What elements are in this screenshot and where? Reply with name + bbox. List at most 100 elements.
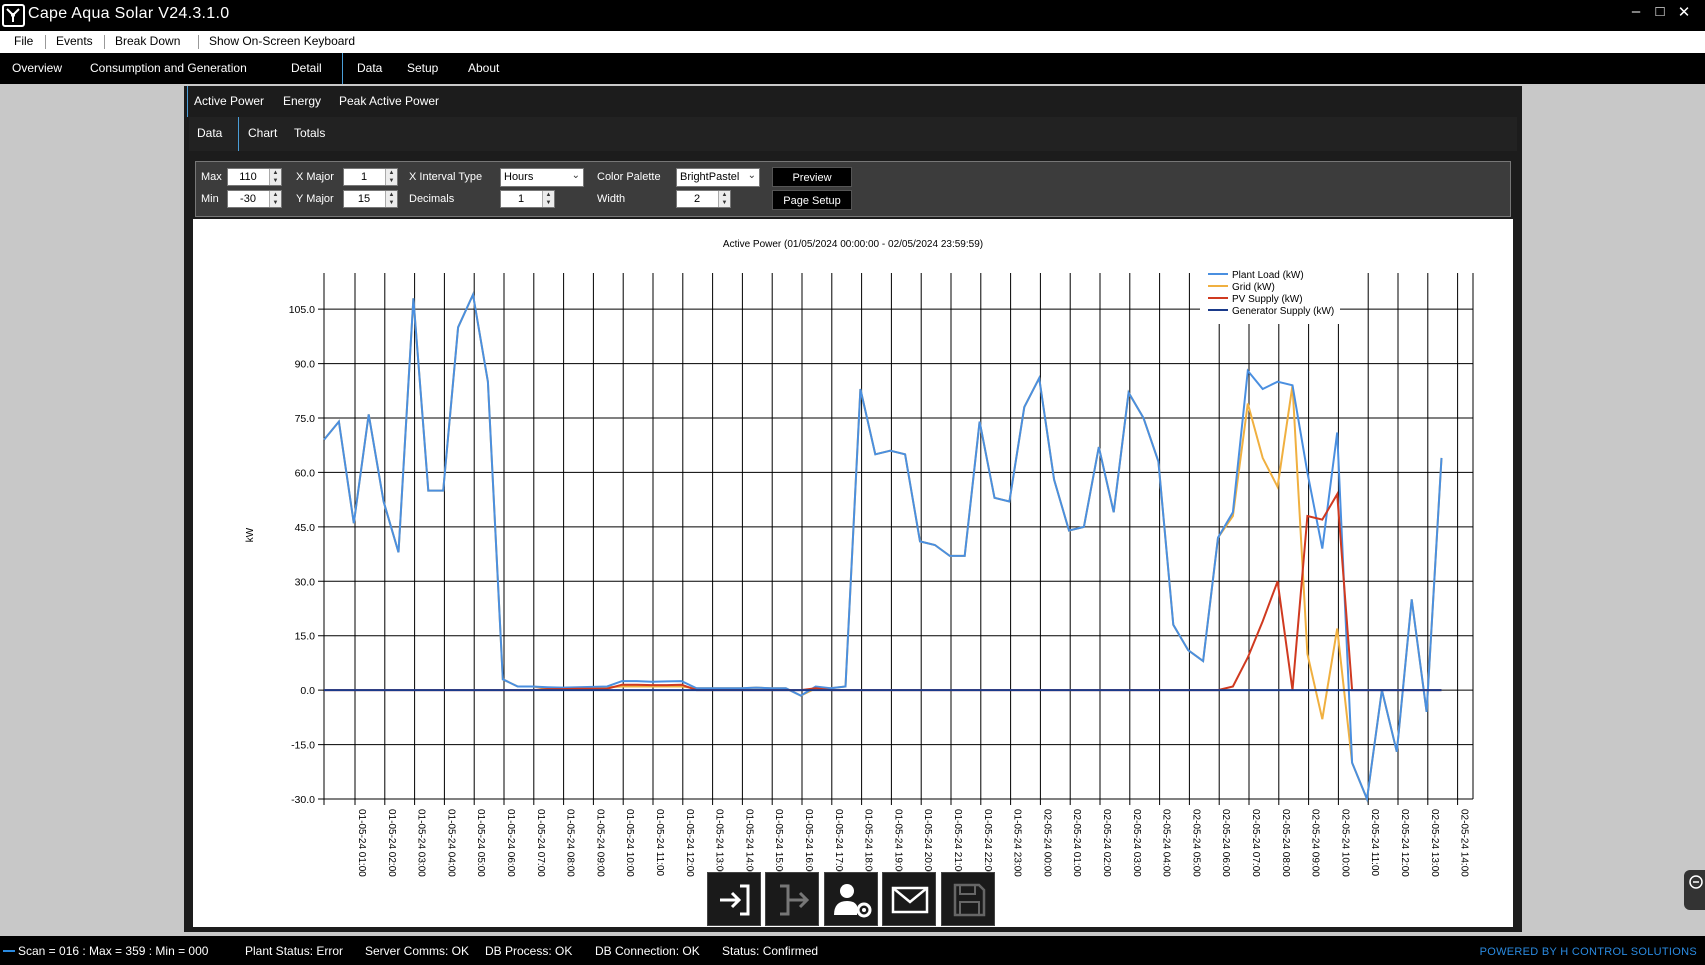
x-tick-label: 01-05-24 18:00: [863, 809, 874, 877]
confirm-status: Status: Confirmed: [722, 944, 819, 958]
close-icon[interactable]: ✕: [1672, 3, 1696, 21]
side-panel-toggle[interactable]: [1684, 870, 1705, 910]
y-axis-label: kW: [245, 527, 256, 542]
minimize-icon[interactable]: –: [1624, 3, 1648, 20]
nav-data[interactable]: Data: [357, 61, 382, 75]
app-logo-icon: [2, 4, 25, 27]
x-tick-label: 02-05-24 01:00: [1071, 809, 1082, 877]
x-tick-label: 01-05-24 07:00: [535, 809, 546, 877]
login-button[interactable]: [707, 872, 761, 926]
tab-chart[interactable]: Chart: [248, 126, 277, 140]
y-tick-label: 90.0: [295, 359, 316, 371]
x-tick-label: 01-05-24 03:00: [416, 809, 427, 877]
tab-data[interactable]: Data: [197, 126, 222, 140]
tab-totals[interactable]: Totals: [294, 126, 325, 140]
width-stepper[interactable]: 2 ▲ ▼: [676, 190, 731, 208]
y-tick-label: 30.0: [295, 576, 316, 588]
x-tick-label: 01-05-24 21:00: [952, 809, 963, 877]
chart-title: Active Power (01/05/2024 00:00:00 - 02/0…: [723, 239, 983, 250]
x-tick-label: 01-05-24 08:00: [565, 809, 576, 877]
x-tick-label: 02-05-24 10:00: [1339, 809, 1350, 877]
x-tick-label: 02-05-24 07:00: [1250, 809, 1261, 877]
xinterval-select[interactable]: Hours ⌄: [500, 168, 584, 187]
chart-controls: Max 110 ▲ ▼ Min -30 ▲ ▼ X Major 1 ▲ ▼ Y Maj…: [195, 161, 1511, 217]
nav-setup[interactable]: Setup: [407, 61, 438, 75]
x-tick-label: 01-05-24 22:00: [982, 809, 993, 877]
y-tick-label: 15.0: [295, 631, 316, 643]
y-tick-label: -15.0: [291, 740, 315, 752]
x-tick-label: 01-05-24 01:00: [356, 809, 367, 877]
chevron-down-icon: ⌄: [747, 170, 756, 181]
x-tick-label: 02-05-24 02:00: [1101, 809, 1112, 877]
series-line-0: [323, 291, 1443, 803]
x-tick-label: 01-05-24 04:00: [445, 809, 456, 877]
min-stepper[interactable]: -30 ▲ ▼: [227, 190, 282, 208]
window-title: Cape Aqua Solar V24.3.1.0: [28, 5, 230, 22]
x-tick-label: 02-05-24 12:00: [1399, 809, 1410, 877]
palette-select[interactable]: BrightPastel ⌄: [676, 168, 760, 187]
x-tick-label: 02-05-24 09:00: [1310, 809, 1321, 877]
series-line-2: [324, 490, 1442, 692]
x-tick-label: 02-05-24 14:00: [1459, 809, 1470, 877]
nav-overview[interactable]: Overview: [12, 61, 62, 75]
view-tab-row: Data Chart Totals: [189, 117, 1517, 151]
y-tick-label: 105.0: [289, 304, 315, 316]
menu-events[interactable]: Events: [56, 34, 93, 48]
legend-entry: Generator Supply (kW): [1232, 306, 1334, 317]
nav-about[interactable]: About: [468, 61, 499, 75]
decimals-stepper[interactable]: 1 ▲ ▼: [500, 190, 555, 208]
x-tick-label: 01-05-24 11:00: [654, 809, 665, 877]
x-tick-label: 01-05-24 02:00: [386, 809, 397, 877]
scan-status: Scan = 016 : Max = 359 : Min = 000: [18, 944, 209, 958]
maximize-icon[interactable]: □: [1648, 3, 1672, 20]
xmajor-stepper[interactable]: 1 ▲ ▼: [343, 168, 398, 186]
x-tick-label: 01-05-24 13:00: [714, 809, 725, 877]
x-tick-label: 01-05-24 23:00: [1012, 809, 1023, 877]
menu-break-down[interactable]: Break Down: [115, 34, 180, 48]
active-power-chart: Active Power (01/05/2024 00:00:00 - 02/0…: [245, 239, 1474, 877]
x-tick-label: 01-05-24 06:00: [505, 809, 516, 877]
legend-entry: Grid (kW): [1232, 282, 1275, 293]
x-tick-label: 02-05-24 11:00: [1369, 809, 1380, 877]
tab-active-power[interactable]: Active Power: [194, 94, 264, 108]
nav-consumption-generation[interactable]: Consumption and Generation: [90, 61, 247, 75]
logout-button[interactable]: [765, 872, 819, 926]
user-settings-button[interactable]: [824, 872, 878, 926]
ymajor-stepper[interactable]: 15 ▲ ▼: [343, 190, 398, 208]
tab-energy[interactable]: Energy: [283, 94, 321, 108]
min-label: Min: [201, 193, 219, 205]
legend-entry: PV Supply (kW): [1232, 294, 1303, 305]
save-button[interactable]: [941, 872, 995, 926]
legend-entry: Plant Load (kW): [1232, 270, 1304, 281]
preview-button[interactable]: Preview: [772, 167, 852, 187]
x-tick-label: 02-05-24 00:00: [1041, 809, 1052, 877]
title-bar: Cape Aqua Solar V24.3.1.0 – □ ✕: [0, 0, 1705, 31]
page-setup-button[interactable]: Page Setup: [772, 190, 852, 210]
series-line-1: [323, 291, 1443, 803]
menu-on-screen-keyboard[interactable]: Show On-Screen Keyboard: [209, 34, 355, 48]
xmajor-label: X Major: [296, 171, 334, 183]
menu-bar: File Events Break Down Show On-Screen Ke…: [0, 31, 1705, 53]
menu-file[interactable]: File: [14, 34, 33, 48]
chevron-down-icon: ⌄: [571, 170, 580, 181]
nav-detail[interactable]: Detail: [291, 61, 322, 75]
logout-icon: [780, 884, 810, 916]
ymajor-label: Y Major: [296, 193, 334, 205]
login-icon: [720, 884, 750, 916]
user-settings-icon: [834, 884, 872, 918]
x-tick-label: 01-05-24 05:00: [475, 809, 486, 877]
mail-button[interactable]: [882, 872, 936, 926]
x-tick-label: 01-05-24 14:00: [743, 809, 754, 877]
x-tick-label: 01-05-24 15:00: [773, 809, 784, 877]
y-tick-label: -30.0: [291, 794, 315, 806]
minus-circle-icon: [1689, 875, 1703, 889]
y-tick-label: 75.0: [295, 413, 316, 425]
max-stepper[interactable]: 110 ▲ ▼: [227, 168, 282, 186]
tab-peak-active-power[interactable]: Peak Active Power: [339, 94, 439, 108]
width-label: Width: [597, 193, 626, 205]
max-label: Max: [201, 171, 222, 183]
x-tick-label: 02-05-24 06:00: [1220, 809, 1231, 877]
x-tick-label: 01-05-24 12:00: [684, 809, 695, 877]
x-tick-label: 01-05-24 10:00: [624, 809, 635, 877]
x-tick-label: 02-05-24 04:00: [1161, 809, 1172, 877]
